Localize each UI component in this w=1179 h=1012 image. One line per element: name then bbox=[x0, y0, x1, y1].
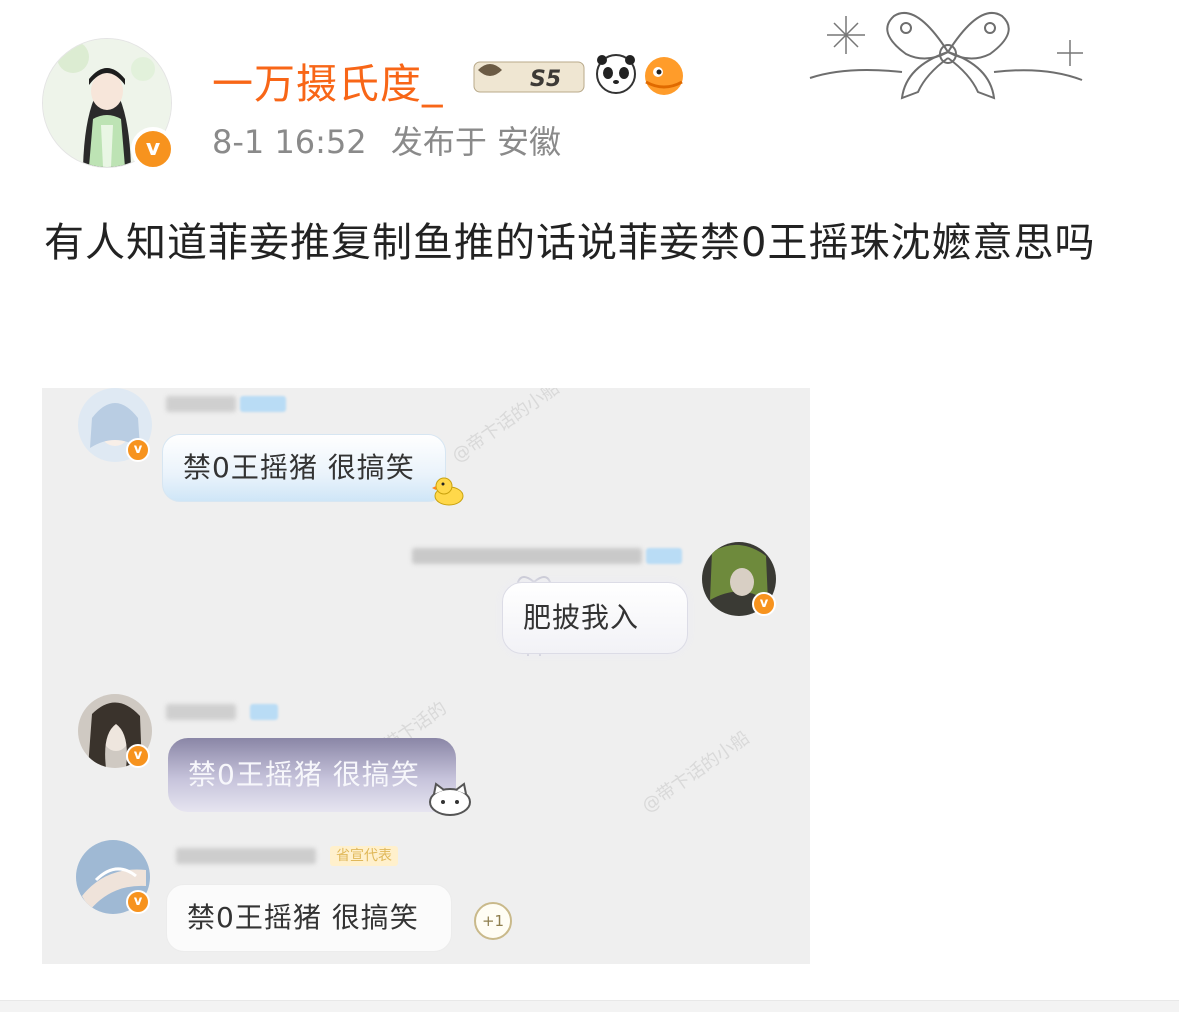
message-text: 禁0王摇猪 很搞笑 bbox=[187, 901, 419, 934]
watermark: @帝卞话的小船 bbox=[448, 388, 564, 467]
watermark: @带卞话的小船 bbox=[638, 727, 754, 817]
user-badges[interactable]: S5 bbox=[470, 50, 690, 100]
post-body: 有人知道菲妾推复制鱼推的话说菲妾禁0王摇珠沈嬷意思吗 bbox=[44, 220, 1096, 266]
author-name[interactable]: 一万摄氏度_ bbox=[212, 50, 444, 110]
user-tag: 省宣代表 bbox=[330, 846, 398, 866]
post-meta: 8-1 16:52 发布于 安徽 bbox=[212, 117, 575, 163]
post-image[interactable]: @帝卞话的小船 @带卞话的 @带卞话的小船 v 禁0王摇猪 很搞笑 v 肥披我入 bbox=[42, 388, 810, 964]
message-text: 禁0王摇猪 很搞笑 bbox=[188, 758, 420, 791]
post-time: 8-1 16:52 bbox=[212, 123, 367, 161]
kitty-icon bbox=[429, 782, 471, 816]
verified-icon: v bbox=[131, 127, 175, 171]
post-location: 发布于 安徽 bbox=[390, 123, 562, 161]
chat-bubble: 肥披我入 bbox=[502, 582, 688, 654]
bow-icon bbox=[809, 11, 1083, 100]
blurred-tag bbox=[240, 396, 286, 412]
chat-bubble: 禁0王摇猪 很搞笑 bbox=[162, 434, 446, 502]
verified-icon: v bbox=[126, 890, 150, 914]
verified-icon: v bbox=[126, 438, 150, 462]
blurred-name bbox=[176, 848, 316, 864]
message-text: 禁0王摇猪 很搞笑 bbox=[183, 451, 415, 484]
duck-icon bbox=[432, 477, 464, 506]
blurred-tag bbox=[250, 704, 278, 720]
reaction-count[interactable]: +1 bbox=[474, 902, 512, 940]
chat-bubble: 禁0王摇猪 很搞笑 bbox=[168, 738, 456, 812]
blurred-name bbox=[412, 548, 642, 564]
verified-icon: v bbox=[752, 592, 776, 616]
verified-icon: v bbox=[126, 744, 150, 768]
bow-decoration bbox=[806, 2, 1090, 114]
chat-bubble: 禁0王摇猪 很搞笑 bbox=[166, 884, 452, 952]
blurred-name bbox=[166, 396, 236, 412]
blurred-tag bbox=[646, 548, 682, 564]
section-divider bbox=[0, 1000, 1179, 1012]
blurred-name bbox=[166, 704, 236, 720]
message-text: 肥披我入 bbox=[523, 601, 640, 634]
level-badge-text: S5 bbox=[530, 67, 561, 92]
badge-icons: S5 bbox=[473, 54, 683, 95]
